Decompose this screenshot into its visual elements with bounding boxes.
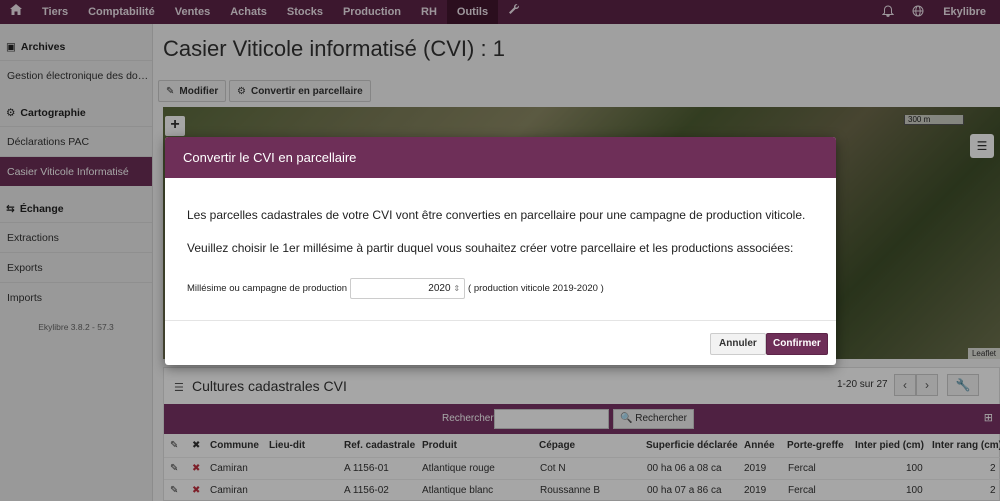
campaign-label: Millésime ou campagne de production — [187, 283, 348, 294]
modal-instruction: Veuillez choisir le 1er millésime à part… — [187, 241, 794, 255]
cancel-button[interactable]: Annuler — [710, 333, 766, 355]
modal-description: Les parcelles cadastrales de votre CVI v… — [187, 208, 806, 222]
campaign-field-row: Millésime ou campagne de production 2020… — [187, 278, 604, 299]
modal-title: Convertir le CVI en parcellaire — [165, 137, 836, 178]
convert-cvi-modal: Convertir le CVI en parcellaire Les parc… — [165, 137, 836, 365]
stepper-icon: ⇕ — [453, 284, 461, 293]
modal-body: Les parcelles cadastrales de votre CVI v… — [165, 178, 836, 321]
confirm-button[interactable]: Confirmer — [766, 333, 828, 355]
modal-footer: Annuler Confirmer — [165, 321, 836, 365]
campaign-hint: ( production viticole 2019-2020 ) — [468, 283, 604, 294]
campaign-select[interactable]: 2020 ⇕ — [350, 278, 466, 299]
